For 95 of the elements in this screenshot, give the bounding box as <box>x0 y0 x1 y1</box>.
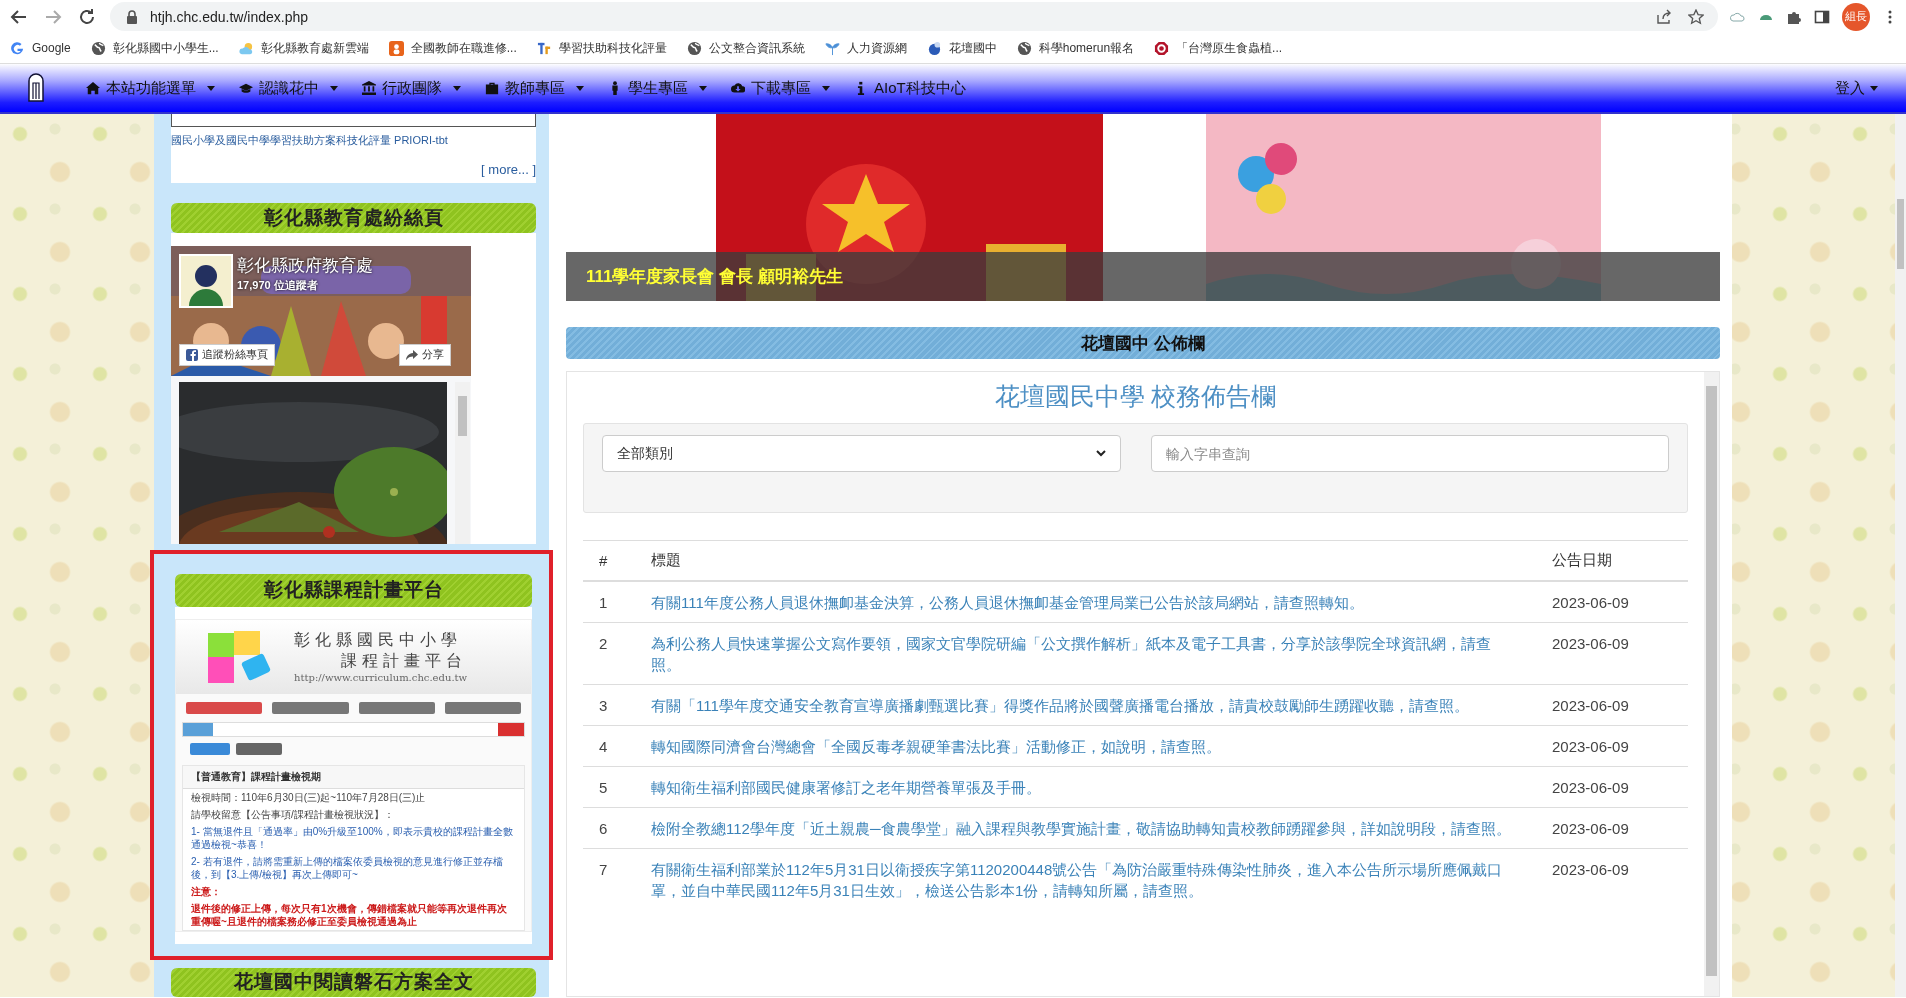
bookmark-link[interactable]: 公文整合資訊系統 <box>708 39 805 57</box>
facebook-icon <box>186 348 198 361</box>
school-logo-icon[interactable] <box>26 73 46 103</box>
date-cell: 2023-06-09 <box>1552 861 1629 878</box>
date-cell: 2023-06-09 <box>1552 635 1629 652</box>
page-scrollbar[interactable] <box>1895 114 1906 997</box>
announcement-link[interactable]: 轉知國際同濟會台灣總會「全國反毒孝親硬筆書法比賽」活動修正，如說明，請查照。 <box>651 736 1520 757</box>
section-heading: 花壇國中 公佈欄 <box>566 327 1720 359</box>
announcement-link[interactable]: 有關衛生福利部業於112年5月31日以衛授疾字第1120200448號公告「為防治嚴重特殊傳染性肺炎，進入本公告所示場所應佩戴口罩，並自中華民國112年5月31日生效」，檢送公告影本1份，請轉知所屬，請查照。 <box>651 859 1520 901</box>
row-number: 5 <box>599 779 608 796</box>
follower-count: 17,970 位追蹤者 <box>237 277 318 293</box>
globe-icon <box>686 40 702 56</box>
date-cell: 2023-06-09 <box>1552 697 1629 714</box>
cloud-icon <box>238 40 254 56</box>
nav-menu-item[interactable]: 本站功能選單 <box>106 78 196 98</box>
section-heading: 花壇國中閱讀磐石方案全文 <box>171 967 536 997</box>
bookmark-link[interactable]: 科學homerun報名 <box>1038 39 1135 57</box>
ring-icon <box>1154 40 1170 56</box>
sprout-icon <box>824 40 840 56</box>
bookmark-link[interactable]: 彰化縣教育處新雲端 <box>260 39 369 57</box>
lock-icon <box>124 8 140 25</box>
profile-avatar[interactable]: 組長 <box>1842 2 1870 31</box>
link[interactable]: 國民小學及國民中學學習扶助方案科技化評量 PRIORI-tbt <box>171 129 536 152</box>
notice-text: 2- 若有退件，請將需重新上傳的檔案依委員檢視的意見進行修正並存檔後，到【3.上傳/檢視】再次上傳即可~ <box>190 854 504 882</box>
column-header: 標題 <box>651 551 681 568</box>
banner-caption: 111學年度家長會 會長 顧明裕先生 <box>586 266 843 288</box>
notice-text: 注意： <box>190 884 222 899</box>
section-heading: 彰化縣教育處紛絲頁 <box>171 203 536 233</box>
announcement-link[interactable]: 檢附全教總112學年度「近土親農─食農學堂」融入課程與教學實施計畫，敬請協助轉知貴校教師踴躍參與，詳如說明段，請查照。 <box>651 818 1520 839</box>
bookmark-link[interactable]: 人力資源網 <box>846 39 907 57</box>
bookmark-link[interactable]: Google <box>32 41 71 55</box>
briefcase-icon <box>485 81 499 95</box>
notice-title: 【普通教育】課程計畫檢視期 <box>183 765 524 789</box>
date-cell: 2023-06-09 <box>1552 820 1629 837</box>
globe-icon <box>90 40 106 56</box>
google-icon <box>10 40 25 56</box>
share-arrow-icon <box>406 348 418 361</box>
date-cell: 2023-06-09 <box>1552 738 1629 755</box>
scrollbar[interactable] <box>1704 372 1719 996</box>
globe-icon <box>1016 40 1032 56</box>
category-select[interactable]: 全部類別 <box>602 435 1121 472</box>
row-number: 6 <box>599 820 608 837</box>
logo-icon <box>536 40 552 56</box>
row-number: 7 <box>599 861 608 878</box>
bookmark-link[interactable]: 彰化縣國中小學生... <box>112 39 219 57</box>
announcement-link[interactable]: 為利公務人員快速掌握公文寫作要領，國家文官學院研編「公文撰作解析」紙本及電子工具書，分享於該學院全球資訊網，請查照。 <box>651 633 1520 675</box>
scrollbar[interactable] <box>455 381 470 544</box>
column-header: # <box>599 552 608 569</box>
section-heading: 彰化縣課程計畫平台 <box>175 573 532 607</box>
graduation-cap-icon <box>239 81 253 95</box>
row-number: 3 <box>599 697 608 714</box>
search-field[interactable]: 輸入字串查詢 <box>1150 435 1669 472</box>
login-link[interactable]: 登入 <box>1835 78 1865 98</box>
row-number: 1 <box>599 594 608 611</box>
column-header: 公告日期 <box>1552 551 1612 568</box>
date-cell: 2023-06-09 <box>1552 779 1629 796</box>
cloud-download-icon <box>731 81 745 95</box>
nav-menu-item[interactable]: 下載專區 <box>751 78 811 98</box>
follow-button[interactable]: 追蹤粉絲專頁 <box>179 343 275 366</box>
nav-menu-item[interactable]: AIoT科技中心 <box>874 78 966 98</box>
platform-url: http://www.curriculum.chc.edu.tw <box>294 672 468 683</box>
nav-menu-item[interactable]: 認識花中 <box>259 78 319 98</box>
row-number: 4 <box>599 738 608 755</box>
ball-icon <box>926 40 942 56</box>
nav-menu-item[interactable]: 行政團隊 <box>382 78 442 98</box>
app-icon <box>388 40 404 56</box>
caret-icon <box>1870 85 1878 91</box>
bookmark-link[interactable]: 「台灣原生食蟲植... <box>1176 39 1283 57</box>
bookmark-link[interactable]: 花壇國中 <box>948 39 997 57</box>
share-icon[interactable] <box>1656 8 1672 25</box>
platform-subtitle: 課程計畫平台 <box>340 651 468 672</box>
address-bar[interactable]: htjh.chc.edu.tw/index.php <box>150 8 308 25</box>
nav-menu-item[interactable]: 學生專區 <box>628 78 688 98</box>
notice-text: 退件後的修正上傳，每次只有1次機會，傳錯檔案就只能等再次退件再次重傳喔~且退件的檔案務必修正至委員檢視通過為止 <box>190 901 508 929</box>
announcement-link[interactable]: 有關「111學年度交通安全教育宣導廣播劇甄選比賽」得獎作品將於國聲廣播電台播放，請貴校鼓勵師生踴躍收聽，請查照。 <box>651 695 1520 716</box>
bookmark-link[interactable]: 學習扶助科技化評量 <box>558 39 667 57</box>
notice-text: 檢視時間：110年6月30日(三)起~110年7月28日(三)止 <box>190 790 427 805</box>
share-button[interactable]: 分享 <box>399 343 451 366</box>
bank-icon <box>362 81 376 95</box>
row-number: 2 <box>599 635 608 652</box>
star-icon[interactable] <box>1688 8 1704 25</box>
home-icon <box>86 81 100 95</box>
notice-text: 1- 當無退件且「通過率」由0%升級至100%，即表示貴校的課程計畫全數通過檢視~恭喜！ <box>190 824 514 852</box>
date-cell: 2023-06-09 <box>1552 594 1629 611</box>
more-link[interactable]: [ more... ] <box>171 152 536 179</box>
bookmark-link[interactable]: 全國教師在職進修... <box>410 39 517 57</box>
nav-menu-item[interactable]: 教師專區 <box>505 78 565 98</box>
notice-text: 請學校留意【公告事項/課程計畫檢視狀況】： <box>190 807 395 822</box>
side-panel-icon[interactable] <box>1814 8 1830 25</box>
announcement-link[interactable]: 轉知衛生福利部國民健康署修訂之老年期營養單張及手冊。 <box>651 777 1520 798</box>
avatar-icon <box>179 253 233 308</box>
board-title: 花壇國民中學 校務佈告欄 <box>993 381 1278 412</box>
announcement-link[interactable]: 有關111年度公務人員退休撫卹基金決算，公務人員退休撫卹基金管理局業已公告於該局網站，請查照轉知。 <box>651 592 1520 613</box>
platform-title: 彰化縣國民中小學 <box>294 630 463 651</box>
page-name[interactable]: 彰化縣政府教育處 <box>237 253 373 277</box>
